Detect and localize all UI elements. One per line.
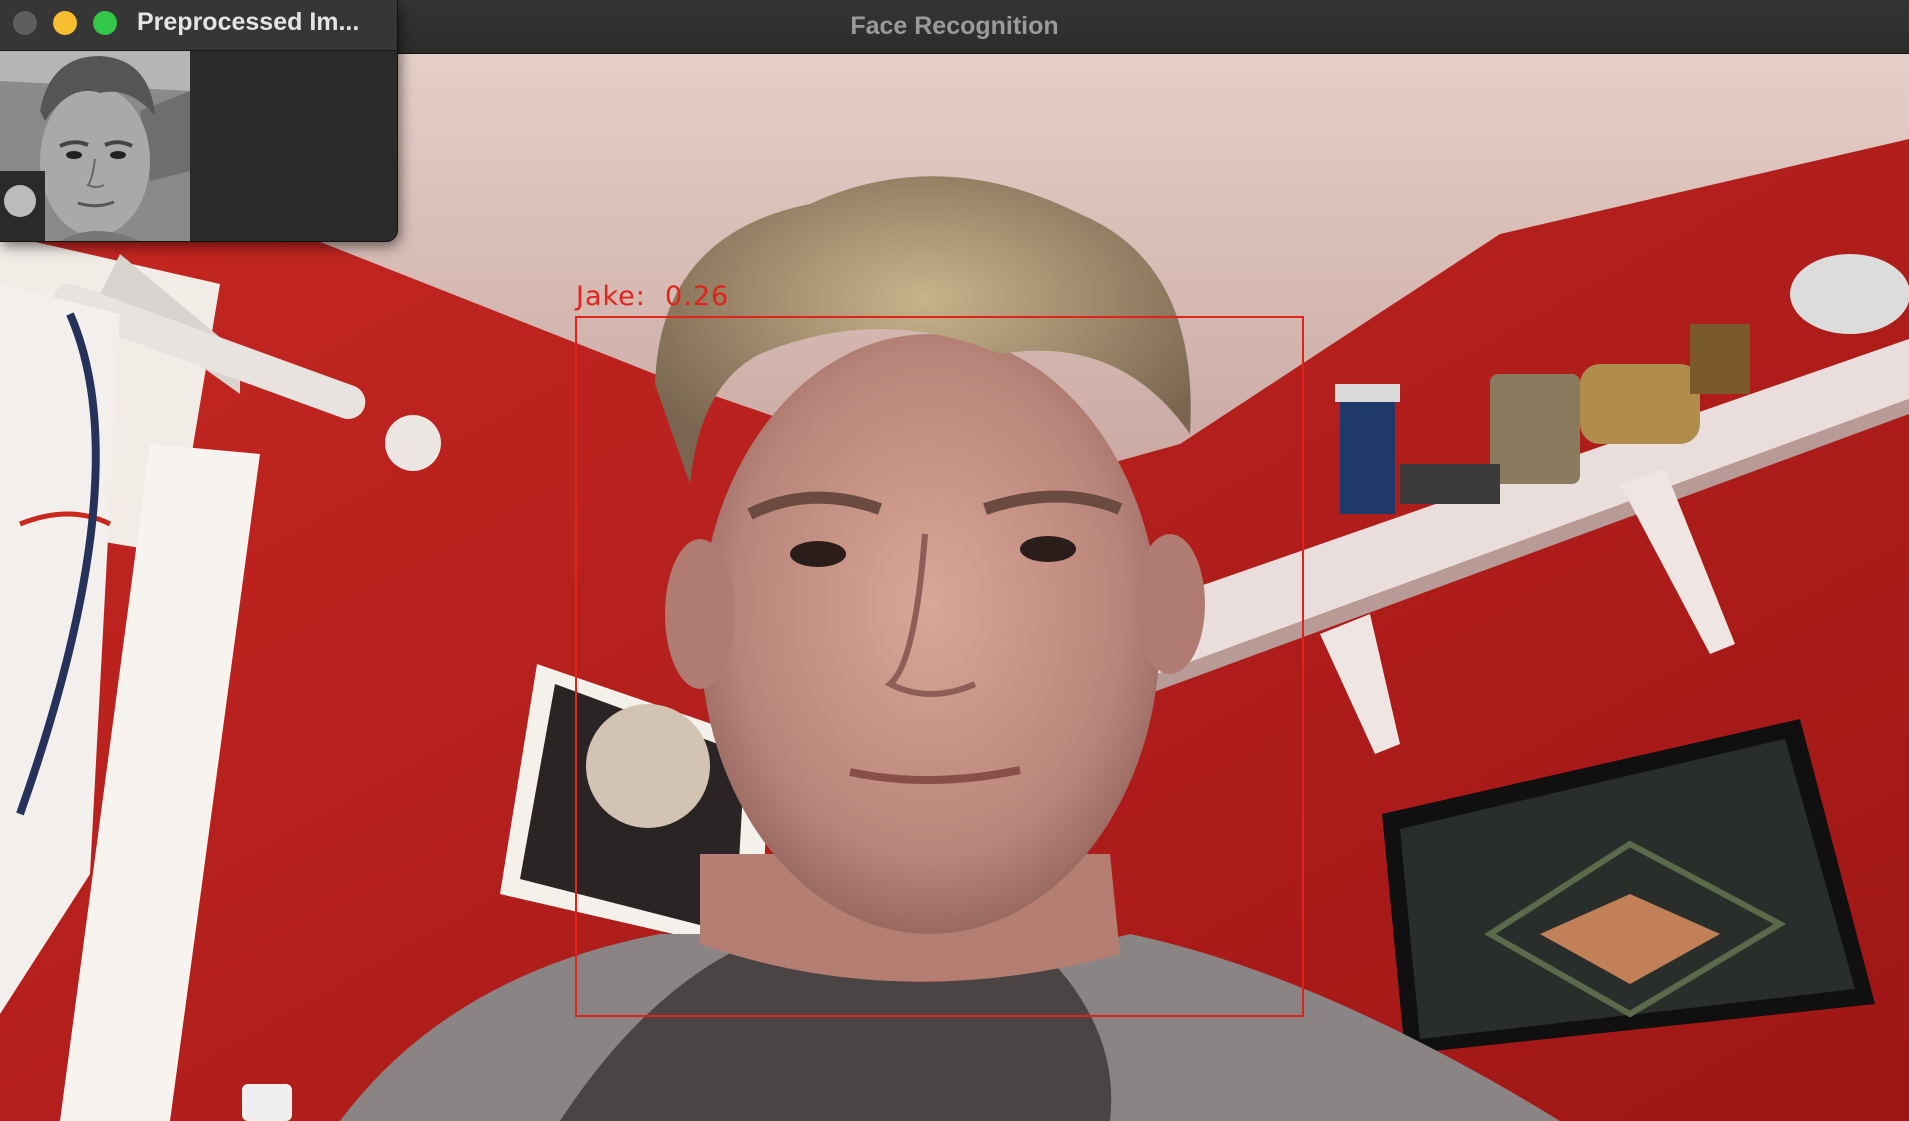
minimize-button[interactable]: [53, 11, 77, 35]
zoom-button[interactable]: [93, 11, 117, 35]
preview-window-title: Preprocessed Im...: [137, 8, 360, 36]
preview-window-titlebar[interactable]: Preprocessed Im...: [0, 0, 397, 51]
face-bounding-box: [575, 316, 1304, 1017]
preprocessed-face-image: [0, 51, 190, 241]
preprocessed-image-window[interactable]: Preprocessed Im...: [0, 0, 398, 242]
close-button[interactable]: [13, 11, 37, 35]
grayscale-face-image: [0, 51, 190, 241]
face-recognition-label: Jake: 0.26: [576, 281, 730, 312]
